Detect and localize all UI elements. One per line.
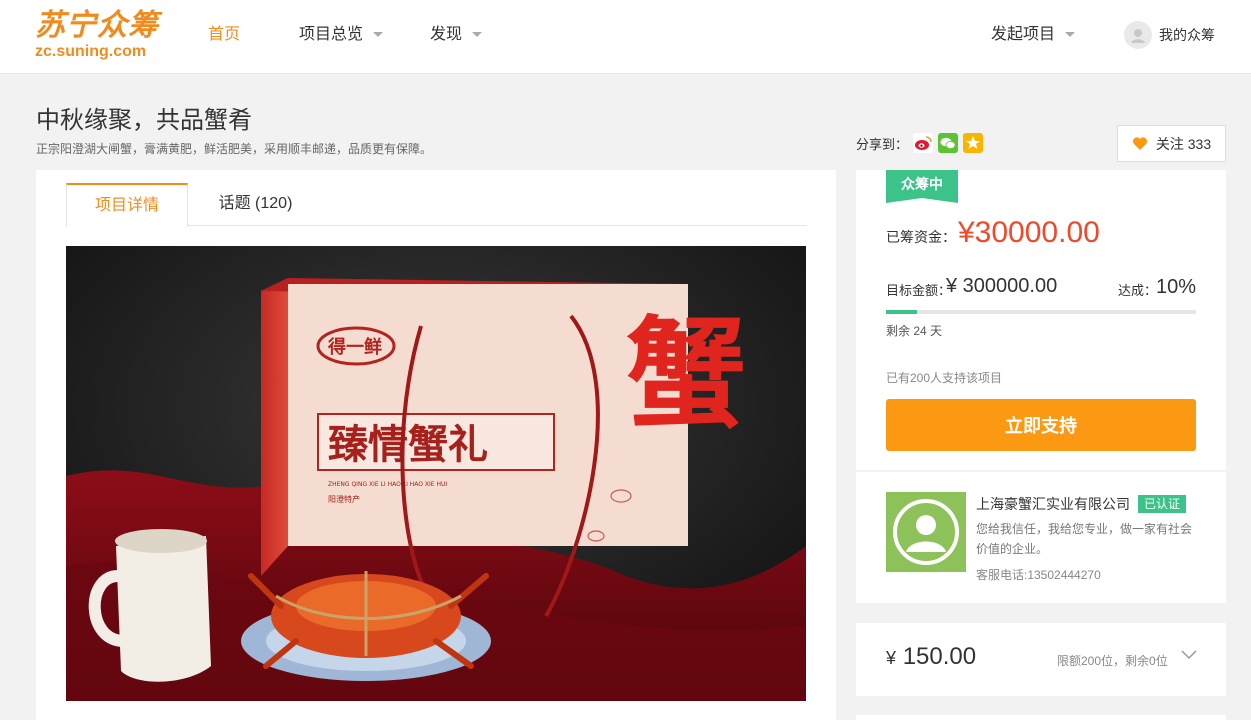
chevron-down-icon: [472, 32, 483, 38]
box-tag-text: 阳澄特产: [328, 494, 360, 504]
verified-badge: 已认证: [1138, 495, 1187, 513]
box-pinyin-text: ZHENG QING XIE LI HAO LI HAO XIE HUI: [328, 481, 447, 488]
funding-progress-bar: [886, 310, 1196, 314]
box-title-text: 臻情蟹礼: [328, 421, 488, 468]
chevron-down-icon: [1065, 32, 1076, 38]
heart-icon: [1132, 137, 1147, 150]
box-big-char: 蟹: [626, 304, 746, 445]
nav-launch-project[interactable]: 发起项目: [991, 24, 1076, 48]
follow-label: 关注 333: [1155, 135, 1212, 152]
logo-text: 苏宁众筹: [35, 9, 159, 42]
user-avatar-icon: [1124, 21, 1152, 49]
status-badge: 众筹中: [886, 170, 958, 203]
reach-percent: 10%: [1156, 276, 1197, 298]
nav-projects[interactable]: 项目总览: [299, 24, 384, 48]
company-name[interactable]: 上海豪蟹汇实业有限公司: [976, 494, 1130, 514]
tab-project-detail[interactable]: 项目详情: [66, 183, 188, 227]
chevron-down-icon[interactable]: [1181, 649, 1197, 661]
reach-label: 达成：: [1118, 283, 1158, 298]
project-subtitle: 正宗阳澄湖大闸蟹，膏满黄肥，鲜活肥美，采用顺丰邮递，品质更有保障。: [36, 142, 433, 156]
box-brand-text: 得一鲜: [327, 336, 382, 358]
supporters-count: 已有200人支持该项目: [886, 371, 1003, 385]
tab-bar: 项目详情 话题 (120): [66, 183, 807, 227]
tab-topics[interactable]: 话题 (120): [188, 183, 323, 226]
weibo-icon[interactable]: [913, 133, 934, 153]
user-placeholder-icon: [893, 499, 959, 565]
nav-launch-label: 发起项目: [991, 26, 1056, 43]
nav-home[interactable]: 首页: [208, 24, 240, 48]
reward-price: ¥ 150.00: [886, 643, 976, 671]
funding-progress-fill: [886, 310, 917, 314]
reward-limit: 限额200位，剩余0位: [1057, 654, 1168, 668]
share-bar: 分享到：: [856, 133, 984, 153]
raised-label: 已筹资金：: [886, 229, 956, 245]
qzone-icon[interactable]: [963, 133, 984, 153]
reward-price-value: 150.00: [902, 643, 977, 670]
days-remaining: 剩余 24 天: [886, 324, 943, 338]
goal-amount: ¥ 300000.00: [946, 275, 1058, 297]
company-avatar: [886, 492, 966, 572]
currency-symbol: ¥: [886, 648, 897, 668]
my-crowdfunding-label: 我的众筹: [1159, 27, 1215, 43]
nav-projects-label: 项目总览: [299, 26, 364, 43]
goal-label: 目标金额：: [886, 283, 952, 298]
share-label: 分享到：: [856, 136, 909, 152]
company-phone: 客服电话:13502444270: [976, 568, 1101, 582]
wechat-icon[interactable]: [938, 133, 959, 153]
company-name-row: 上海豪蟹汇实业有限公司 已认证: [976, 494, 1187, 514]
chevron-down-icon: [373, 32, 384, 38]
hero-image: 蟹 得一鲜 臻情蟹礼 ZHENG QING XIE LI HAO LI HAO …: [66, 246, 806, 701]
my-crowdfunding-link[interactable]: 我的众筹: [1124, 20, 1215, 50]
top-navbar: 苏宁众筹 zc.suning.com 首页 项目总览 发现 发起项目 我的众筹: [0, 0, 1251, 74]
nav-home-label: 首页: [208, 26, 241, 43]
support-now-button[interactable]: 立即支持: [886, 399, 1196, 451]
company-card: 上海豪蟹汇实业有限公司 已认证 您给我信任，我给您专业，做一家有社会价值的企业。…: [856, 472, 1226, 603]
company-description: 您给我信任，我给您专业，做一家有社会价值的企业。: [976, 522, 1193, 556]
raised-amount: ¥30000.00: [958, 216, 1100, 249]
follow-button[interactable]: 关注 333: [1117, 125, 1226, 162]
project-detail-panel: 项目详情 话题 (120) 蟹 得一鲜 臻情蟹礼 ZHENG QING XIE …: [36, 170, 836, 720]
nav-discover-label: 发现: [430, 26, 463, 43]
logo-domain: zc.suning.com: [35, 43, 147, 60]
next-reward-card: [856, 715, 1226, 720]
project-title: 中秋缘聚，共品蟹肴: [36, 107, 252, 134]
nav-discover[interactable]: 发现: [430, 24, 483, 48]
reward-card[interactable]: ¥ 150.00 限额200位，剩余0位: [856, 623, 1226, 696]
funding-card: 众筹中 已筹资金： ¥30000.00 目标金额： ¥ 300000.00 达成…: [856, 170, 1226, 470]
logo[interactable]: 苏宁众筹 zc.suning.com: [35, 10, 165, 62]
